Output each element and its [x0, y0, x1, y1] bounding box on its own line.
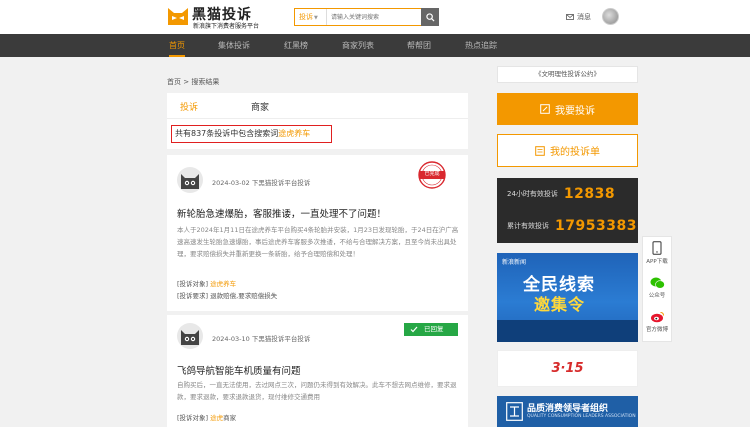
chevron-down-icon: ▼ — [314, 15, 318, 21]
target-label: [投诉对象] — [177, 414, 209, 422]
tab-complaints[interactable]: 投诉 — [180, 100, 198, 113]
complaint-body: 自购买后，一直无法使用，去过网点三次，问题仍未得到有效解决。此车不想去网点维修，… — [177, 381, 457, 401]
stat-value: 12838 — [563, 186, 616, 202]
complaint-source: 下黑猫投诉平台投诉 — [251, 179, 311, 187]
nav-item-home[interactable]: 首页 — [169, 34, 185, 57]
black-cat-logo-icon[interactable] — [166, 5, 190, 29]
messages-link[interactable]: 消息 — [566, 12, 591, 22]
wechat-link[interactable]: 公众号 — [643, 277, 671, 299]
badge-label: 已回复 — [424, 325, 444, 333]
list-icon — [535, 145, 545, 156]
ad-315-banner[interactable]: 3·15 — [497, 350, 638, 387]
cat-avatar — [177, 323, 203, 349]
wechat-icon — [650, 277, 665, 289]
complaint-card[interactable]: 2024-03-02 下黑猫投诉平台投诉 已完成 新轮胎急速爆胎，客服推诿，一直… — [167, 155, 468, 305]
complaint-meta: 2024-03-02 下黑猫投诉平台投诉 — [212, 177, 310, 187]
summary-keyword: 途虎养车 — [278, 129, 311, 138]
tab-merchants[interactable]: 商家 — [251, 100, 269, 113]
complaint-date: 2024-03-10 — [212, 335, 250, 343]
target-label: [投诉对象] — [177, 280, 209, 288]
stat-value: 17953383 — [555, 218, 637, 234]
civility-pact-link[interactable]: 《文明理性投诉公约》 — [497, 66, 638, 83]
nav-item-help-group[interactable]: 帮帮团 — [407, 34, 431, 57]
breadcrumb-current: 搜索结果 — [191, 78, 220, 86]
stat-label: 累计有效投诉 — [507, 222, 549, 230]
complaint-title[interactable]: 飞鸽导航智能车机质量有问题 — [177, 363, 301, 377]
stat-24h: 24小时有效投诉 12838 — [507, 186, 615, 202]
complaint-demand: [投诉要求] 退款赔偿,要求赔偿损失 — [177, 290, 277, 300]
complaint-target: [投诉对象] 途虎养车 — [177, 278, 236, 288]
file-complaint-button[interactable]: 我要投诉 — [497, 93, 638, 125]
mail-icon — [566, 14, 574, 20]
my-complaints-button[interactable]: 我的投诉单 — [497, 134, 638, 167]
breadcrumb: 首页 > 搜索结果 — [167, 77, 219, 87]
search-input[interactable] — [329, 9, 415, 25]
org-title: 品质消费领导者组织 — [527, 404, 609, 414]
search-bar: 投诉▼ — [294, 8, 439, 26]
complaint-stats: 24小时有效投诉 12838 累计有效投诉 17953383 — [497, 178, 638, 243]
complaint-target: [投诉对象] 途虎商家 — [177, 412, 236, 422]
weibo-icon — [650, 312, 664, 323]
complaint-body: 本人于2024年1月11日在途虎养车平台购买4条轮胎并安装，1月23日发现轮胎，… — [177, 226, 459, 258]
wechat-label: 公众号 — [648, 293, 666, 299]
my-complaints-label: 我的投诉单 — [550, 147, 600, 158]
complaint-source: 下黑猫投诉平台投诉 — [251, 335, 311, 343]
messages-label: 消息 — [577, 13, 591, 21]
cat-avatar — [177, 167, 203, 193]
search-icon — [425, 12, 435, 22]
floating-toolbar: APP下载 公众号 官方微博 — [642, 236, 672, 342]
brand-subtitle: 新浪旗下消费者服务平台 — [193, 23, 260, 30]
nav-item-rankings[interactable]: 红黑榜 — [284, 34, 308, 57]
result-tabs: 投诉 商家 — [167, 93, 468, 119]
status-stamp-label: 已完成 — [424, 171, 440, 177]
main-nav: 首页 集体投诉 红黑榜 商家列表 帮帮团 热点追踪 — [0, 34, 750, 57]
demand-label: [投诉要求] — [177, 292, 209, 300]
nav-item-hot-topics[interactable]: 热点追踪 — [465, 34, 497, 57]
app-download-link[interactable]: APP下载 — [643, 241, 671, 265]
file-complaint-label: 我要投诉 — [555, 105, 595, 117]
breadcrumb-home[interactable]: 首页 — [167, 78, 181, 86]
target-link[interactable]: 途虎养车 — [210, 280, 236, 288]
promo-banner[interactable]: 新浪新闻 全民线索 邀集令 — [497, 253, 638, 342]
summary-text: 共有837条投诉中包含搜索词 — [175, 129, 279, 138]
stat-total: 累计有效投诉 17953383 — [507, 218, 637, 234]
cat-face-icon — [181, 330, 199, 345]
top-bar: 黑猫投诉 新浪旗下消费者服务平台 投诉▼ 消息 — [0, 0, 750, 34]
ad-315-logo: 3·15 — [551, 361, 584, 376]
phone-icon — [652, 241, 662, 255]
target-suffix: 商家 — [223, 414, 237, 422]
quality-org-banner[interactable]: 品质消费领导者组织 QUALITY CONSUMPTION LEADERS AS… — [497, 396, 638, 427]
demand-text: 退款赔偿,要求赔偿损失 — [210, 292, 278, 300]
check-icon — [410, 326, 418, 333]
edit-icon — [540, 104, 550, 114]
search-button[interactable] — [421, 8, 439, 26]
promo-brand: 新浪新闻 — [502, 259, 527, 266]
org-subtitle: QUALITY CONSUMPTION LEADERS ASSOCIATION — [527, 414, 636, 419]
promo-strip — [497, 320, 638, 342]
result-summary: 共有837条投诉中包含搜索词途虎养车 — [171, 125, 332, 143]
search-type-select[interactable]: 投诉▼ — [295, 9, 327, 25]
complaint-meta: 2024-03-10 下黑猫投诉平台投诉 — [212, 333, 310, 343]
complaint-title[interactable]: 新轮胎急速爆胎，客服推诿，一直处理不了问题！ — [177, 206, 386, 220]
weibo-label: 官方微博 — [645, 327, 668, 333]
complaint-date: 2024-03-02 — [212, 179, 250, 187]
weibo-link[interactable]: 官方微博 — [643, 311, 671, 333]
stat-label: 24小时有效投诉 — [507, 190, 558, 198]
nav-item-group-complaints[interactable]: 集体投诉 — [218, 34, 250, 57]
org-logo-icon — [506, 402, 523, 421]
cat-face-icon — [181, 174, 199, 189]
promo-subheadline: 邀集令 — [534, 295, 586, 314]
search-type-label: 投诉 — [299, 13, 313, 21]
user-avatar[interactable] — [602, 8, 619, 25]
nav-item-merchants[interactable]: 商家列表 — [342, 34, 374, 57]
search-results: 投诉 商家 共有837条投诉中包含搜索词途虎养车 2024-03-02 下黑猫投… — [167, 93, 468, 427]
app-download-label: APP下载 — [646, 259, 668, 265]
breadcrumb-separator: > — [183, 78, 190, 86]
target-link[interactable]: 途虎 — [210, 414, 223, 422]
